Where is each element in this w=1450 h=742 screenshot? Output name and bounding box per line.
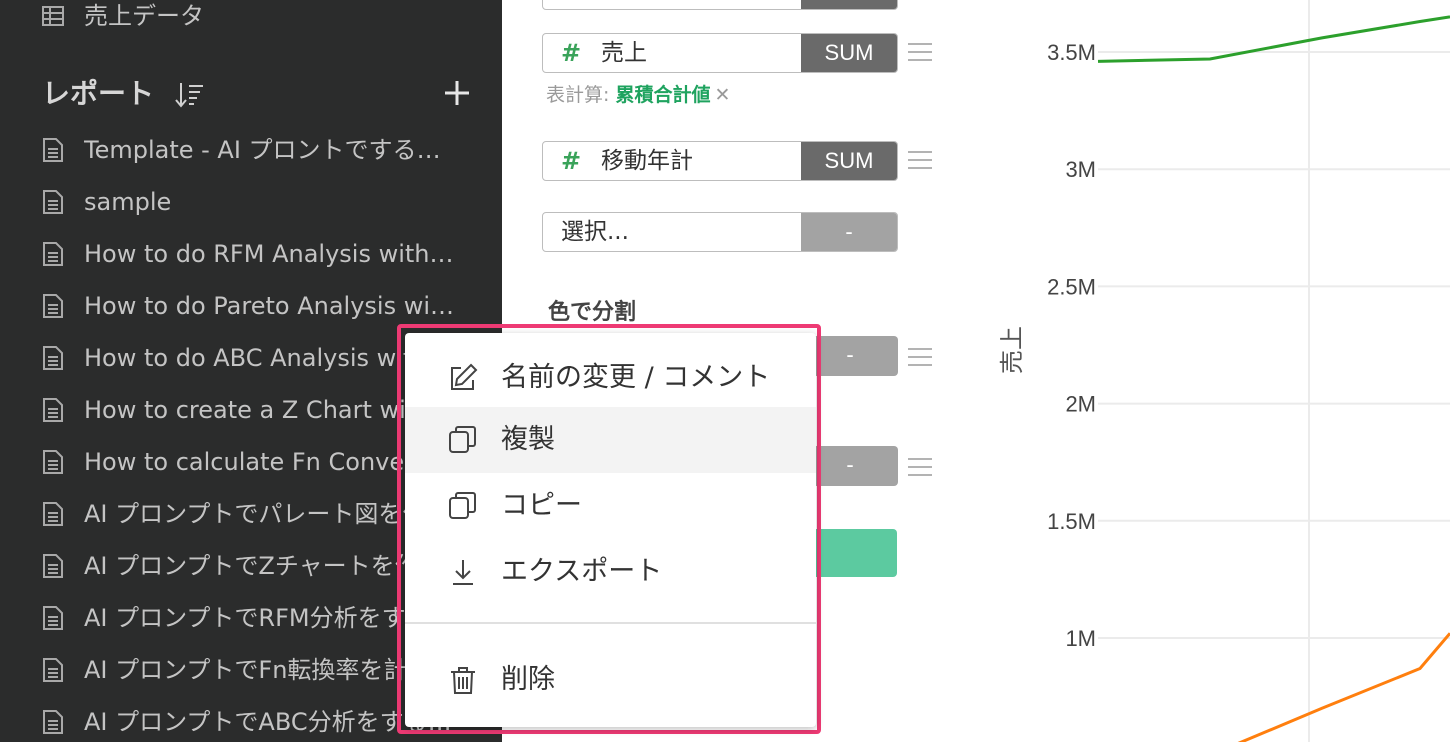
- agg-button[interactable]: [801, 0, 897, 9]
- report-item[interactable]: How to do Pareto Analysis with AI Prompt: [0, 286, 502, 326]
- numeric-field-icon: #: [561, 147, 582, 175]
- drag-handle-icon[interactable]: [908, 43, 932, 63]
- sidebar-item-sales-data[interactable]: 売上データ: [0, 0, 502, 36]
- y-tick-label: 2M: [1065, 392, 1096, 417]
- y-axis-label: 売上: [998, 326, 1026, 374]
- duplicate-icon: [449, 426, 476, 453]
- color-split-label: 色で分割: [548, 300, 637, 325]
- y-tick-label: 1.5M: [1047, 509, 1096, 534]
- aggregation-button[interactable]: -: [801, 213, 897, 251]
- numeric-field-icon: #: [561, 39, 582, 67]
- report-item[interactable]: How to do RFM Analysis with AI Prompt: [0, 234, 502, 274]
- report-item-label: sample: [84, 188, 172, 216]
- table-calc-value[interactable]: 累積合計値: [615, 84, 710, 106]
- menu-item-label: エクスポート: [501, 556, 663, 587]
- menu-item-label: 名前の変更 / コメント: [501, 362, 771, 393]
- menu-item-export[interactable]: エクスポート: [405, 539, 816, 605]
- field-name: 売上: [601, 40, 647, 66]
- document-icon: [43, 398, 63, 422]
- copy-icon: [449, 492, 476, 519]
- add-report-button[interactable]: [440, 76, 474, 110]
- document-icon: [43, 606, 63, 630]
- y-tick-label: 2.5M: [1047, 274, 1096, 299]
- value-field-sales[interactable]: # 売上 SUM: [542, 33, 898, 73]
- select-placeholder: 選択...: [561, 219, 629, 245]
- menu-item-duplicate[interactable]: 複製: [405, 407, 816, 473]
- y-tick-label: 3.5M: [1047, 40, 1096, 65]
- document-icon: [43, 294, 63, 318]
- drag-handle-icon[interactable]: [908, 458, 932, 478]
- report-item-label: How to do RFM Analysis with AI Prompt: [84, 240, 456, 268]
- menu-item-copy[interactable]: コピー: [405, 473, 816, 539]
- line-chart: 3.5M 3M 2.5M 2M 1.5M 1M 売上: [998, 0, 1450, 742]
- document-icon: [43, 242, 63, 266]
- report-item-label: Template - AI プロントでするグラフの作成方法: [84, 136, 456, 164]
- y-tick-label: 3M: [1065, 157, 1096, 182]
- edit-icon: [451, 363, 478, 390]
- y-tick-label: 1M: [1065, 626, 1096, 651]
- drag-handle-icon[interactable]: [908, 151, 932, 171]
- menu-item-label: 削除: [501, 664, 555, 695]
- report-item[interactable]: Template - AI プロントでするグラフの作成方法: [0, 130, 502, 170]
- aggregation-button[interactable]: SUM: [801, 34, 897, 72]
- remove-calc-icon[interactable]: ✕: [714, 84, 730, 106]
- drag-handle-icon[interactable]: [908, 348, 932, 368]
- download-icon: [453, 560, 473, 585]
- trash-icon: [451, 667, 475, 694]
- document-icon: [43, 658, 63, 682]
- document-icon: [43, 138, 63, 162]
- document-icon: [43, 346, 63, 370]
- context-menu: 名前の変更 / コメント 複製 コピー エクスポート 削除: [405, 333, 816, 727]
- document-icon: [43, 502, 63, 526]
- document-icon: [43, 190, 63, 214]
- sidebar-item-label: 売上データ: [84, 2, 204, 30]
- series-line: [1097, 15, 1450, 63]
- series-line: [1237, 632, 1450, 742]
- document-icon: [43, 450, 63, 474]
- sort-icon[interactable]: [174, 80, 204, 110]
- report-item[interactable]: sample: [0, 182, 502, 222]
- menu-item-label: 複製: [501, 424, 555, 455]
- menu-item-delete[interactable]: 削除: [405, 647, 816, 713]
- report-item-label: How to do Pareto Analysis with AI Prompt: [84, 292, 456, 320]
- aggregation-button[interactable]: SUM: [801, 142, 897, 180]
- table-calc-label: 表計算:: [546, 84, 616, 106]
- field-name: 移動年計: [601, 148, 693, 174]
- reports-section-title: レポート: [42, 77, 155, 110]
- table-calculation: 表計算: 累積合計値 ✕: [546, 82, 730, 108]
- menu-item-rename[interactable]: 名前の変更 / コメント: [405, 345, 816, 411]
- value-field-select[interactable]: 選択... -: [542, 212, 898, 252]
- menu-divider: [405, 622, 816, 624]
- value-field-moving-annual[interactable]: # 移動年計 SUM: [542, 141, 898, 181]
- document-icon: [43, 554, 63, 578]
- field-partial[interactable]: [542, 0, 898, 10]
- table-icon: [42, 6, 64, 26]
- menu-item-label: コピー: [501, 490, 582, 521]
- document-icon: [43, 710, 63, 734]
